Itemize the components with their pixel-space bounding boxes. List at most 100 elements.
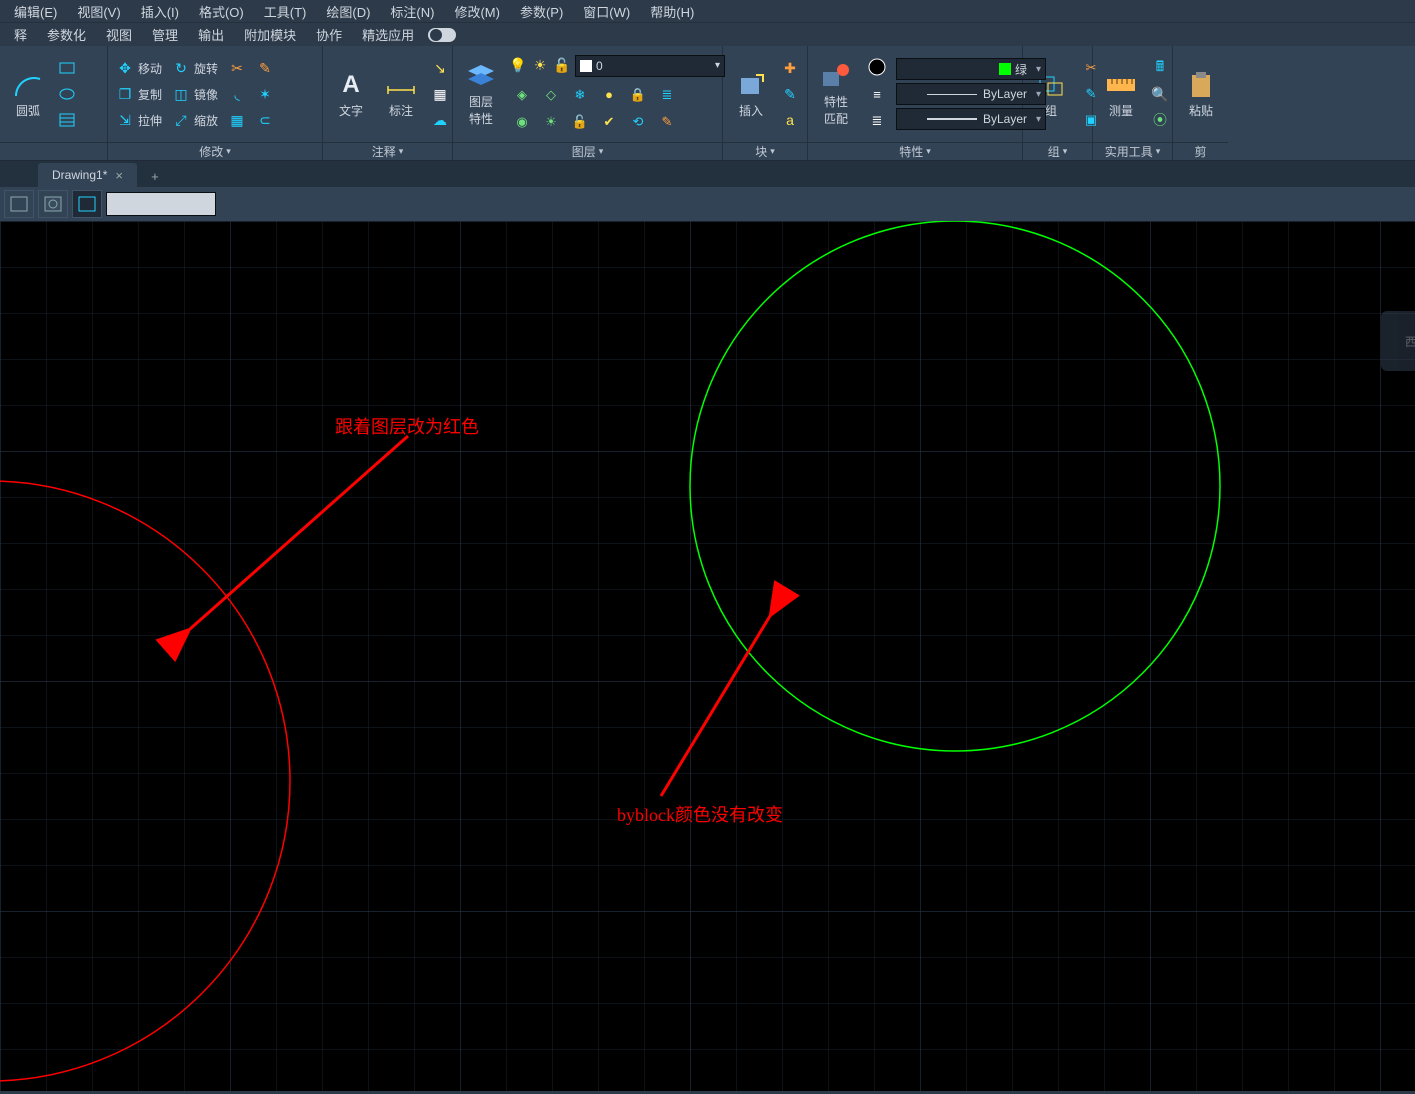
menu-param[interactable]: 参数(P) [510,0,573,23]
lineweight-dropdown[interactable]: ByLayer [896,108,1046,130]
viewport-button[interactable] [72,190,102,218]
model-space-button[interactable] [4,190,34,218]
lock-open-icon[interactable]: 🔓 [553,57,571,75]
erase-button[interactable]: ✎ [254,57,276,79]
chevron-down-icon[interactable]: ▾ [770,146,775,157]
menu-dim[interactable]: 标注(N) [380,0,444,23]
view-cube[interactable]: 西 [1381,311,1415,371]
id-point-button[interactable]: ⦿ [1149,109,1171,131]
panel-properties-title: 特性 [899,143,923,160]
document-tab[interactable]: Drawing1* × [38,163,137,187]
menu-draw[interactable]: 绘图(D) [316,0,380,23]
tab-parametric[interactable]: 参数化 [37,23,96,46]
layer-make-current-button[interactable]: ✔ [596,110,622,134]
clipboard-icon [1188,71,1214,99]
copy-button[interactable]: ❐复制 [114,83,164,105]
ribbon: 圆弧 ✥移动 ❐复制 ⇲拉伸 ↻旋转 ◫镜像 ⤢缩放 ✂ [0,46,1415,161]
trim-button[interactable]: ✂ [226,57,248,79]
layer-on-button[interactable]: ◉ [509,110,535,134]
chevron-down-icon[interactable]: ▾ [399,146,404,157]
measure-button[interactable]: 测量 [1099,66,1143,123]
chevron-down-icon[interactable]: ▾ [1063,146,1068,157]
tab-manage[interactable]: 管理 [142,23,188,46]
panel-block-title: 块 [755,143,767,160]
menu-help[interactable]: 帮助(H) [640,0,704,23]
layer-uniso-button[interactable]: ◇ [538,83,564,107]
close-tab-icon[interactable]: × [115,168,123,183]
menu-tools[interactable]: 工具(T) [254,0,317,23]
bulb-on-icon[interactable]: 💡 [509,57,527,75]
tab-annotate[interactable]: 释 [4,23,37,46]
drawing-canvas[interactable]: 跟着图层改为红色 byblock颜色没有改变 西 [0,221,1415,1091]
menu-insert[interactable]: 插入(I) [131,0,189,23]
rotate-button[interactable]: ↻旋转 [170,57,220,79]
linetype-dropdown[interactable]: ByLayer [896,83,1046,105]
arc-button[interactable]: 圆弧 [6,66,50,123]
calc-button[interactable]: 🖩 [1149,57,1171,79]
matchprop-icon [821,62,851,90]
chevron-down-icon[interactable]: ▾ [226,146,231,157]
panel-draw: 圆弧 [0,46,108,160]
layer-lock-button[interactable]: 🔒 [625,83,651,107]
menu-format[interactable]: 格式(O) [189,0,254,23]
tab-output[interactable]: 输出 [188,23,234,46]
layer-freeze-button[interactable]: ❄ [567,83,593,107]
color-picker-button[interactable] [864,55,890,79]
ellipse-button[interactable] [56,83,78,105]
layer-thaw-button[interactable]: ☀ [538,110,564,134]
edit-block-button[interactable]: ✎ [779,83,801,105]
layer-unlock-button[interactable]: 🔓 [567,110,593,134]
match-properties-button[interactable]: 特性 匹配 [814,57,858,131]
tab-collab[interactable]: 协作 [306,23,352,46]
offset-button[interactable]: ⊂ [254,109,276,131]
ribbon-tab-bar: 释 参数化 视图 管理 输出 附加模块 协作 精选应用 [0,22,1415,46]
insert-block-button[interactable]: 插入 [729,66,773,123]
attribute-button[interactable]: a [779,109,801,131]
mirror-button[interactable]: ◫镜像 [170,83,220,105]
new-tab-button[interactable]: + [143,165,167,187]
color-dropdown[interactable]: 绿 [896,58,1046,80]
scale-button[interactable]: ⤢缩放 [170,109,220,131]
current-layer-dropdown[interactable]: 0 ▾ [575,55,725,77]
layer-match-button[interactable]: ≣ [654,83,680,107]
layer-change-button[interactable]: ✎ [654,110,680,134]
move-button[interactable]: ✥移动 [114,57,164,79]
menu-view[interactable]: 视图(V) [67,0,130,23]
menu-window[interactable]: 窗口(W) [573,0,640,23]
create-block-button[interactable]: ✚ [779,57,801,79]
layer-prev-button[interactable]: ⟲ [625,110,651,134]
dimension-icon [386,76,416,94]
tab-featured[interactable]: 精选应用 [352,23,424,46]
menu-edit[interactable]: 编辑(E) [4,0,67,23]
hatch-button[interactable] [56,109,78,131]
quickselect-button[interactable]: 🔍 [1149,83,1171,105]
cloud-button[interactable]: ☁ [429,109,451,131]
explode-button[interactable]: ✶ [254,83,276,105]
fillet-button[interactable]: ◟ [226,83,248,105]
lineweight-list-button[interactable]: ≣ [864,109,890,133]
dimension-button[interactable]: 标注 [379,66,423,123]
ribbon-expand-toggle[interactable] [428,28,456,42]
layer-properties-button[interactable]: 图层 特性 [459,57,503,131]
leader-button[interactable]: ↘ [429,57,451,79]
text-button[interactable]: A 文字 [329,66,373,123]
sun-icon[interactable]: ☀ [531,57,549,75]
chevron-down-icon[interactable]: ▾ [926,146,931,157]
layer-iso-button[interactable]: ◈ [509,83,535,107]
command-input[interactable] [106,192,216,216]
stretch-button[interactable]: ⇲拉伸 [114,109,164,131]
linetype-list-button[interactable]: ≡ [864,82,890,106]
array-button[interactable]: ▦ [226,109,248,131]
chevron-down-icon[interactable]: ▾ [1156,146,1161,157]
layer-off-button[interactable]: ● [596,83,622,107]
menu-modify[interactable]: 修改(M) [444,0,510,23]
paste-button[interactable]: 粘贴 [1179,66,1223,123]
tab-view[interactable]: 视图 [96,23,142,46]
tab-addins[interactable]: 附加模块 [234,23,306,46]
rect-button[interactable] [56,57,78,79]
chevron-down-icon[interactable]: ▾ [599,146,604,157]
panel-utilities-title: 实用工具 [1105,143,1153,160]
layout-preview-button[interactable] [38,190,68,218]
linetype-value: ByLayer [983,87,1027,101]
table-button[interactable]: ▦ [429,83,451,105]
